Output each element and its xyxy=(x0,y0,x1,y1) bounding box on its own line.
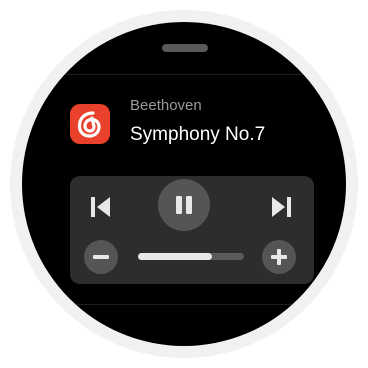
track-title: Symphony No.7 xyxy=(130,124,266,145)
previous-track-button[interactable] xyxy=(86,192,116,222)
next-track-icon xyxy=(272,197,291,217)
minus-icon xyxy=(93,255,109,259)
netease-music-icon xyxy=(77,111,101,138)
volume-slider[interactable] xyxy=(138,253,244,260)
volume-slider-fill xyxy=(138,253,213,260)
watch-screen: Beethoven Symphony No.7 xyxy=(22,22,346,346)
app-icon[interactable] xyxy=(70,104,110,144)
pause-icon xyxy=(176,196,192,214)
volume-down-button[interactable] xyxy=(84,240,118,274)
next-track-button[interactable] xyxy=(266,192,296,222)
play-pause-button[interactable] xyxy=(158,179,210,231)
top-divider xyxy=(22,74,346,75)
previous-track-icon xyxy=(91,197,110,217)
artist-name: Beethoven xyxy=(130,97,202,114)
pull-down-handle[interactable] xyxy=(162,44,208,52)
bottom-divider xyxy=(22,304,346,305)
volume-up-button[interactable] xyxy=(262,240,296,274)
plus-icon xyxy=(271,249,287,265)
